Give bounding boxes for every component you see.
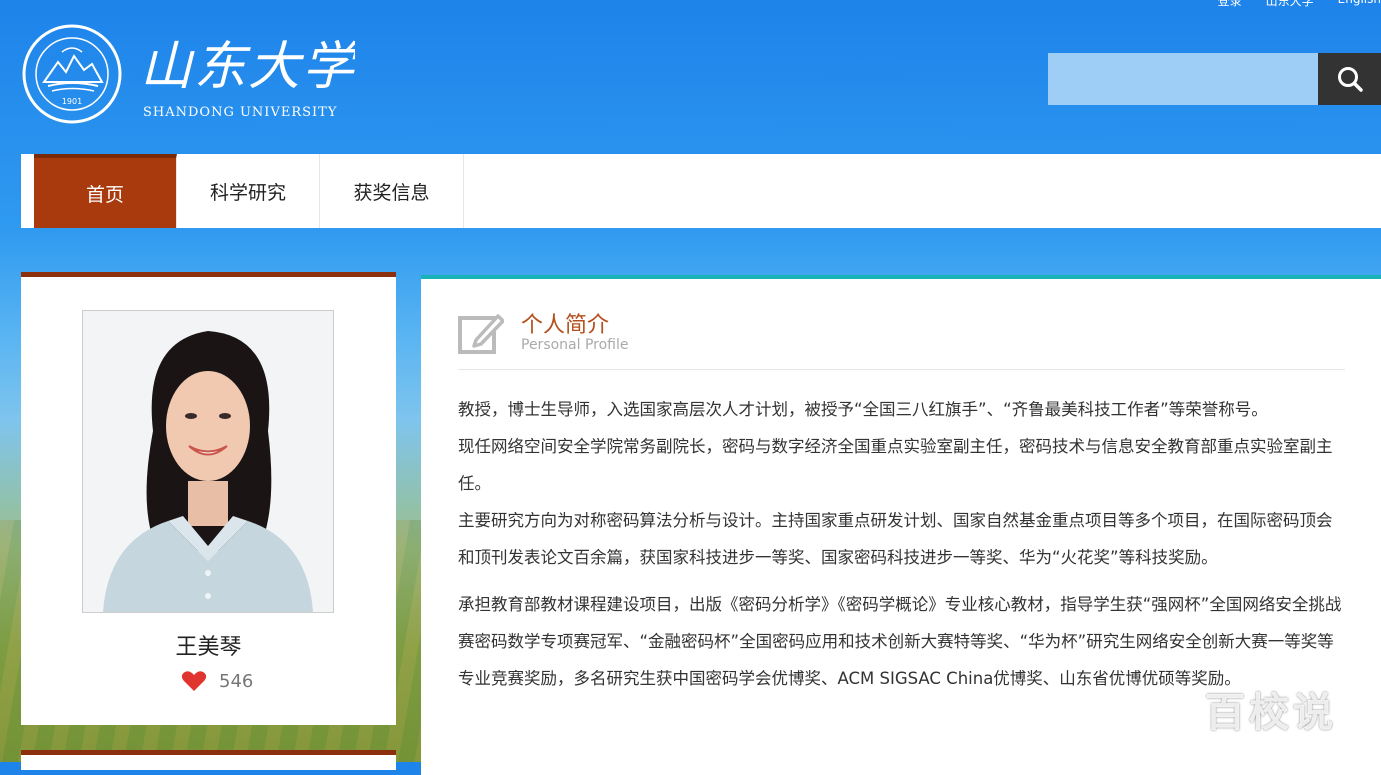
nav-item-awards[interactable]: 获奖信息 <box>320 154 464 228</box>
top-links: 登录 山东大学 English <box>1218 0 1381 9</box>
login-link[interactable]: 登录 <box>1218 0 1242 9</box>
bio-text: 教授，博士生导师，入选国家高层次人才计划，被授予“全国三八红旗手”、“齐鲁最美科… <box>458 391 1348 697</box>
section-divider <box>458 369 1345 370</box>
nav-item-research[interactable]: 科学研究 <box>177 154 320 228</box>
secondary-card <box>21 750 396 770</box>
bio-paragraph: 主要研究方向为对称密码算法分析与设计。主持国家重点研发计划、国家自然基金重点项目… <box>458 511 1333 567</box>
bio-paragraph: 教授，博士生导师，入选国家高层次人才计划，被授予“全国三八红旗手”、“齐鲁最美科… <box>458 400 1268 419</box>
university-emblem-icon[interactable]: 1901 <box>22 22 122 126</box>
logo-chinese-text: 山东大学 <box>140 37 355 97</box>
section-subtitle: Personal Profile <box>521 337 629 353</box>
logo-english-text: SHANDONG UNIVERSITY <box>143 105 338 120</box>
bio-paragraph: 现任网络空间安全学院常务副院长，密码与数字经济全国重点实验室副主任，密码技术与信… <box>458 437 1333 493</box>
university-calligraphy-logo[interactable]: 山东大学 <box>140 28 355 98</box>
search-button[interactable] <box>1318 53 1381 105</box>
main-nav: 首页 科学研究 获奖信息 <box>21 154 1381 228</box>
profile-card: 王美琴 546 <box>21 272 396 725</box>
section-title: 个人简介 <box>521 313 610 338</box>
search-icon <box>1337 67 1363 92</box>
like-count: 546 <box>219 670 254 692</box>
watermark-text: 百校说 <box>1205 690 1337 736</box>
emblem-year: 1901 <box>62 97 82 106</box>
profile-photo <box>82 310 334 613</box>
portrait-image <box>83 311 333 612</box>
like-counter[interactable]: 546 <box>181 670 253 692</box>
profile-name: 王美琴 <box>175 635 242 660</box>
english-link[interactable]: English <box>1338 0 1381 9</box>
nav-item-home[interactable]: 首页 <box>34 154 177 228</box>
edit-icon <box>458 314 504 354</box>
sdu-home-link[interactable]: 山东大学 <box>1266 0 1314 9</box>
search-input[interactable] <box>1048 53 1318 105</box>
heart-icon[interactable] <box>181 670 207 692</box>
